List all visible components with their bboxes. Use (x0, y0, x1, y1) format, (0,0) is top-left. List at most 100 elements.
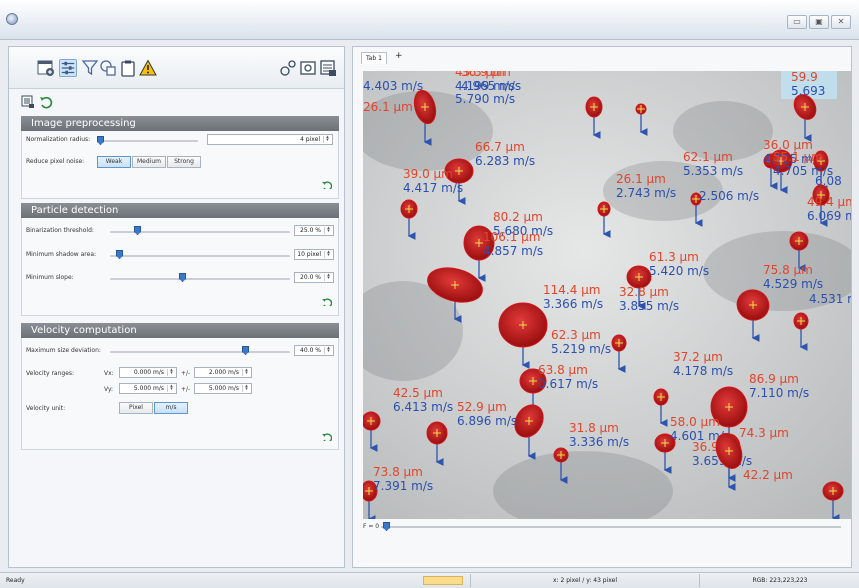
particle-velocity-label: 4.199 m/s (455, 79, 515, 93)
particle-size-label: 52.9 µm (457, 400, 507, 414)
spin-arrows-icon[interactable]: ▴ ▾ (324, 273, 332, 281)
export-icon[interactable] (319, 59, 337, 77)
normalization-slider[interactable] (97, 136, 104, 145)
min-slope-slider[interactable] (179, 273, 186, 282)
particle-marker[interactable]: 5.790 m/s (455, 92, 515, 106)
section-image-preprocessing[interactable]: Image preprocessing (21, 116, 339, 131)
pixel-rgb: RGB: 223,223,223 (752, 577, 808, 584)
max-size-track[interactable] (110, 351, 290, 353)
tab-1[interactable]: Tab 1 (361, 52, 387, 64)
spin-arrows-icon[interactable]: ▴ ▾ (323, 135, 331, 143)
frame-slider[interactable] (383, 522, 390, 531)
vx-value: 0.000 m/s (133, 369, 164, 376)
particle-velocity-label: 7.391 m/s (373, 479, 433, 493)
settings-panel-icon[interactable] (59, 59, 77, 77)
unit-ms-button[interactable]: m/s (154, 402, 188, 414)
shadow-area-label: Minimum shadow area: (26, 251, 97, 258)
new-session-icon[interactable] (37, 59, 55, 77)
particle-marker[interactable]: 4.403 m/s (363, 79, 423, 93)
status-bar: Ready x: 2 pixel / y: 43 pixel RGB: 223,… (0, 572, 859, 588)
new-tab-button[interactable]: + (395, 52, 403, 61)
particle-velocity-label: 0.617 m/s (538, 377, 598, 391)
min-slope-track[interactable] (110, 278, 290, 280)
reset-all-icon[interactable] (39, 95, 53, 109)
section-particle-detection[interactable]: Particle detection (21, 203, 339, 218)
undo-preprocessing-icon[interactable] (322, 181, 332, 189)
min-slope-value: 20.0 % (300, 274, 321, 281)
process-icon[interactable] (99, 59, 117, 77)
spin-arrows-icon[interactable]: ▴ ▾ (167, 384, 175, 392)
view-panel: Tab 1 + 36.9 µm 4.965 m/s 43.3 µm 4.199 … (352, 46, 852, 568)
particle-velocity-label: 5.353 m/s (683, 164, 743, 178)
velocity-computation-body: Maximum size deviation: 40.0 % ▴ ▾ Velocit… (21, 338, 339, 450)
max-size-slider[interactable] (242, 346, 249, 355)
camera-icon[interactable] (299, 59, 317, 77)
vx-label: Vx: (104, 370, 114, 377)
vy-input[interactable]: 5.000 m/s ▴ ▾ (119, 383, 177, 394)
particle-size-label: 86.9 µm (749, 372, 799, 386)
normalization-track[interactable] (98, 140, 198, 142)
vx-tolerance-input[interactable]: 2.000 m/s ▴ ▾ (194, 367, 252, 378)
app-window: ▭ ▣ ✕ Image preprocessing Normalization … (0, 0, 859, 588)
spin-arrows-icon[interactable]: ▴ ▾ (324, 250, 332, 258)
normalization-input[interactable]: 4 pixel ▴ ▾ (207, 134, 333, 145)
vy-label: Vy: (104, 386, 114, 393)
unit-pixel-button[interactable]: Pixel (119, 402, 153, 414)
particle-size-label: 42.2 µm (743, 468, 793, 482)
particle-size-label: 31.8 µm (569, 421, 619, 435)
particle-velocity-label: 6.896 m/s (457, 414, 517, 428)
particle-velocity-label: 5.420 m/s (649, 264, 709, 278)
warning-icon[interactable] (139, 59, 157, 77)
filter-icon[interactable] (81, 59, 99, 77)
settings-list-icon[interactable] (21, 95, 35, 109)
shadow-area-input[interactable]: 10 pixel ▴ ▾ (294, 249, 334, 260)
spin-arrows-icon[interactable]: ▴ ▾ (242, 368, 250, 376)
particle-velocity-label: 6.069 m/s (807, 209, 851, 223)
particle-size-label: 43.3 µm (455, 71, 505, 79)
max-size-value: 40.0 % (300, 347, 321, 354)
particle-velocity-label: 7.110 m/s (749, 386, 809, 400)
plusminus-label: +/- (181, 386, 191, 393)
shadow-area-value: 10 pixel (297, 251, 321, 258)
shadow-area-track[interactable] (110, 255, 290, 257)
spin-arrows-icon[interactable]: ▴ ▾ (324, 226, 332, 234)
particle-image-view[interactable]: 36.9 µm 4.965 m/s 43.3 µm 4.199 m/s 26.1 µm 5… (363, 71, 851, 519)
clipboard-icon[interactable] (119, 59, 137, 77)
section-velocity-computation[interactable]: Velocity computation (21, 323, 339, 338)
particle-size-label: 62.3 µm (551, 328, 601, 342)
vy-tolerance-input[interactable]: 5.000 m/s ▴ ▾ (194, 383, 252, 394)
noise-medium-button[interactable]: Medium (132, 156, 166, 168)
noise-weak-button[interactable]: Weak (97, 156, 131, 168)
status-progress (423, 576, 463, 585)
particle-velocity-label: 6.08 (815, 174, 842, 188)
particle-velocity-label: 4.531 m/s (809, 292, 851, 306)
minimize-button[interactable]: ▭ (787, 15, 807, 29)
spin-arrows-icon[interactable]: ▴ ▾ (324, 346, 332, 354)
app-icon (6, 13, 18, 25)
binarization-input[interactable]: 25.0 % ▴ ▾ (294, 225, 334, 236)
frame-slider-row: F = 0 (363, 521, 851, 535)
max-size-input[interactable]: 40.0 % ▴ ▾ (294, 345, 334, 356)
status-ready: Ready (6, 577, 25, 584)
close-button[interactable]: ✕ (831, 15, 851, 29)
image-preprocessing-body: Normalization radius: 4 pixel ▴ ▾ Reduce p… (21, 131, 339, 199)
undo-detection-icon[interactable] (322, 298, 332, 306)
particle-size-label: 106.1 µm (483, 230, 541, 244)
noise-strong-button[interactable]: Strong (167, 156, 201, 168)
vy-tolerance-value: 5.000 m/s (208, 385, 239, 392)
particle-options-icon[interactable] (279, 59, 297, 77)
particle-size-label: 26.1 µm (363, 100, 413, 114)
particle-velocity-label: 3.366 m/s (543, 297, 603, 311)
vx-input[interactable]: 0.000 m/s ▴ ▾ (119, 367, 177, 378)
particle-velocity-label: 4.403 m/s (363, 79, 423, 93)
binarization-slider[interactable] (134, 226, 141, 235)
shadow-area-slider[interactable] (116, 250, 123, 259)
undo-velocity-icon[interactable] (322, 433, 332, 441)
settings-body: Image preprocessing Normalization radius… (21, 95, 339, 485)
min-slope-input[interactable]: 20.0 % ▴ ▾ (294, 272, 334, 283)
spin-arrows-icon[interactable]: ▴ ▾ (242, 384, 250, 392)
frame-track[interactable] (381, 526, 841, 528)
particle-size-label: 66.7 µm (475, 140, 525, 154)
maximize-button[interactable]: ▣ (809, 15, 829, 29)
spin-arrows-icon[interactable]: ▴ ▾ (167, 368, 175, 376)
